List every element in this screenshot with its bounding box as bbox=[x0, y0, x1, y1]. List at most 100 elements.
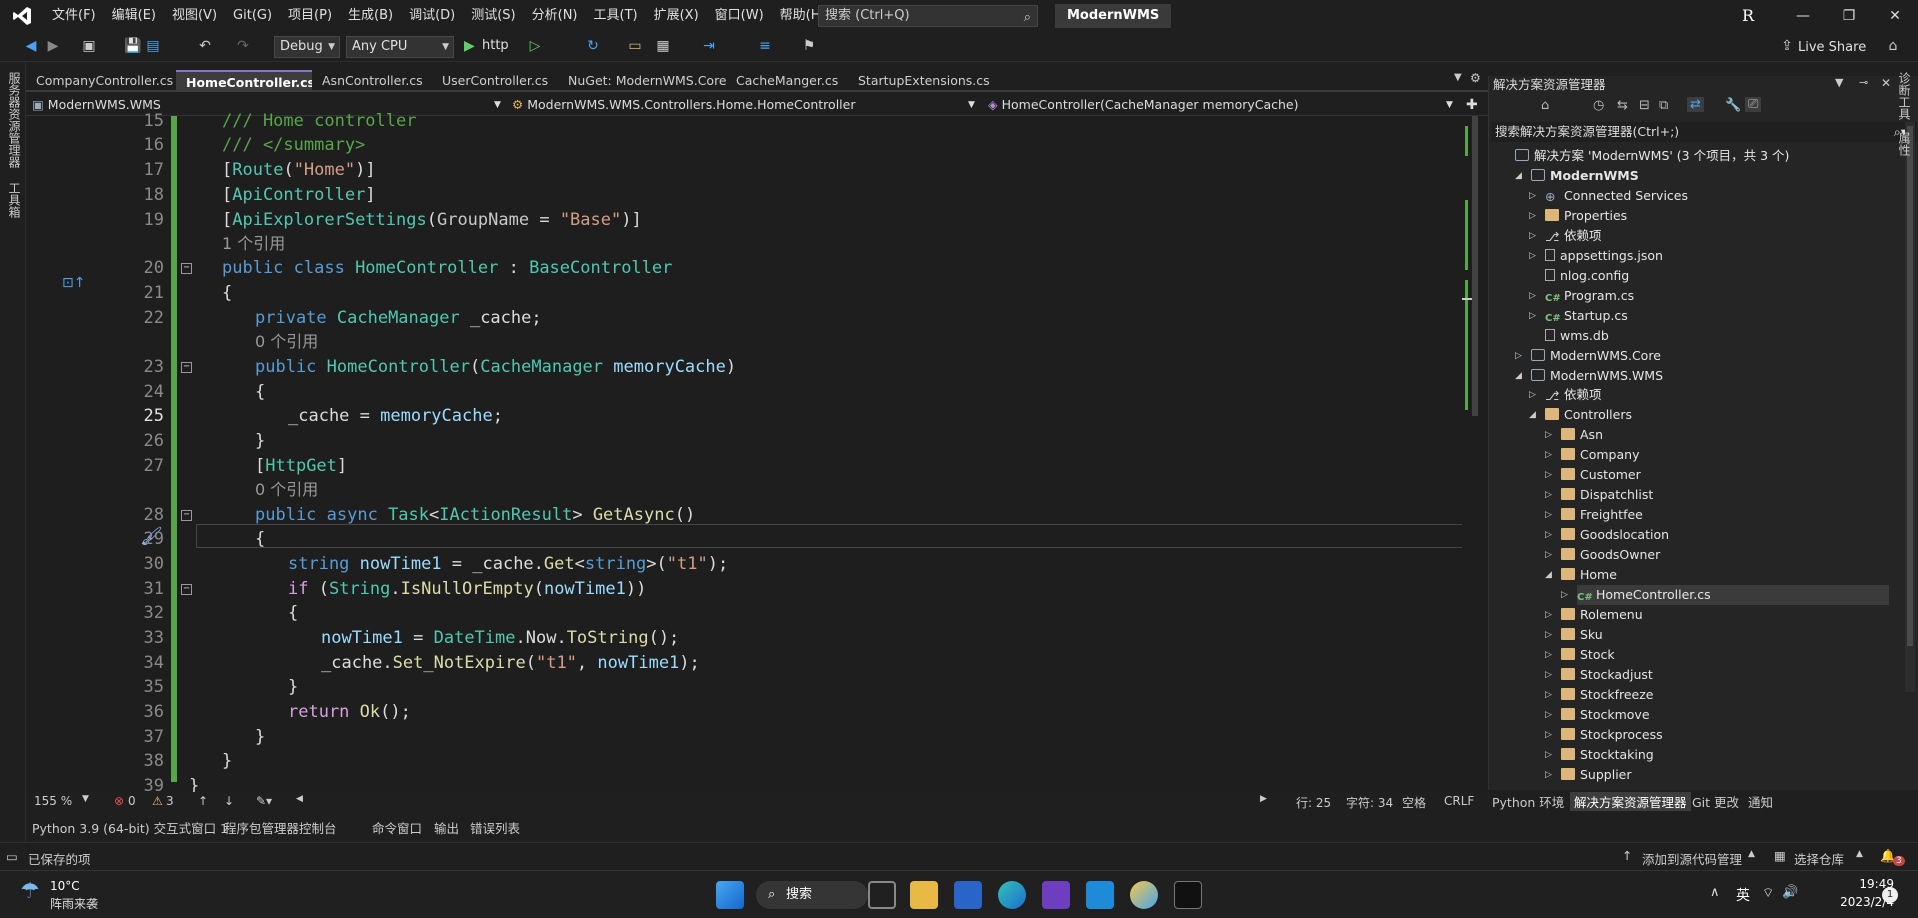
notification-count-badge[interactable]: 1 bbox=[1882, 887, 1898, 903]
tree-node[interactable]: nlog.config bbox=[1545, 266, 1629, 286]
editor-vertical-scrollbar[interactable] bbox=[1462, 116, 1478, 792]
code-lens-references[interactable]: 1 个引用 bbox=[222, 234, 285, 253]
code-editor[interactable]: ⊡↑ 🖌 15 16 17 18 19 20 21 22 23 24 25 26 27 28 29 30 31 3… bbox=[26, 111, 1490, 796]
solution-search-input[interactable]: 搜索解决方案资源管理器(Ctrl+;) ⌕▾ bbox=[1491, 122, 1917, 142]
tree-node[interactable]: ▷ appsettings.json bbox=[1529, 246, 1663, 266]
collapsed-arrow-icon[interactable]: ▷ bbox=[1545, 745, 1555, 765]
menu-window[interactable]: 窗口(W) bbox=[707, 0, 772, 32]
fold-toggle-icon[interactable]: − bbox=[181, 583, 192, 595]
app-icon[interactable] bbox=[1130, 881, 1158, 909]
zoom-level[interactable]: 155 % bbox=[34, 794, 72, 808]
scroll-right-icon[interactable]: ▶ bbox=[1260, 794, 1267, 804]
feedback-icon[interactable]: ⌂ bbox=[1884, 37, 1902, 55]
menu-analyze[interactable]: 分析(N) bbox=[524, 0, 586, 32]
ime-indicator[interactable]: 英 bbox=[1736, 885, 1750, 905]
menu-edit[interactable]: 编辑(E) bbox=[104, 0, 164, 32]
code-lens-references[interactable]: 0 个引用 bbox=[255, 332, 318, 351]
menu-debug[interactable]: 调试(D) bbox=[401, 0, 463, 32]
tab-output[interactable]: 输出 bbox=[434, 818, 459, 837]
collapsed-arrow-icon[interactable]: ▷ bbox=[1545, 525, 1555, 545]
properties-icon[interactable]: 🔧 bbox=[1725, 98, 1741, 113]
cleanup-icon[interactable]: ✎▾ bbox=[256, 794, 272, 808]
fold-toggle-icon[interactable]: − bbox=[181, 509, 192, 521]
tab-command-window[interactable]: 命令窗口 bbox=[372, 818, 422, 837]
pin-panel-icon[interactable]: ⊸ bbox=[1859, 76, 1868, 89]
tab-startup-extensions[interactable]: StartupExtensions.cs* bbox=[848, 70, 990, 92]
collapsed-arrow-icon[interactable]: ▷ bbox=[1515, 346, 1525, 366]
run-icon[interactable]: ▶ bbox=[464, 38, 475, 54]
tree-node[interactable]: ▷ Customer bbox=[1545, 465, 1641, 485]
collapsed-arrow-icon[interactable]: ▷ bbox=[1545, 725, 1555, 745]
switch-view-icon[interactable]: ⇄ bbox=[1687, 97, 1704, 112]
minimize-icon[interactable]: — bbox=[1780, 0, 1826, 32]
tab-solution-explorer[interactable]: 解决方案资源管理器 bbox=[1570, 792, 1691, 811]
tree-node[interactable]: ▷ C# HomeController.cs bbox=[1561, 584, 1889, 605]
weather-icon[interactable]: ☂ bbox=[20, 879, 40, 904]
collapsed-arrow-icon[interactable]: ▷ bbox=[1561, 585, 1571, 605]
tree-node[interactable]: ▷ GoodsOwner bbox=[1545, 545, 1660, 565]
tree-node[interactable]: ▷ Asn bbox=[1545, 425, 1603, 445]
tab-python-env[interactable]: Python 环境 bbox=[1492, 792, 1564, 811]
collapsed-arrow-icon[interactable]: ▷ bbox=[1529, 286, 1539, 306]
store-icon[interactable] bbox=[954, 881, 982, 909]
collapse-icon[interactable]: ⊟ bbox=[1639, 98, 1650, 113]
expanded-arrow-icon[interactable]: ◢ bbox=[1529, 405, 1539, 425]
chevron-down-icon[interactable]: ▼ bbox=[82, 794, 89, 804]
class-dropdown[interactable]: ⚙ ModernWMS.WMS.Controllers.Home.HomeCon… bbox=[512, 96, 972, 114]
terminal-icon[interactable] bbox=[1174, 881, 1202, 909]
tree-node[interactable]: ◢ ModernWMS bbox=[1515, 166, 1639, 186]
diagnostics-tab[interactable]: 诊断工具 bbox=[1896, 72, 1913, 120]
collapsed-arrow-icon[interactable]: ▷ bbox=[1545, 605, 1555, 625]
volume-icon[interactable]: 🔊 bbox=[1782, 885, 1798, 900]
server-explorer-tab[interactable]: 服务器资源管理器 bbox=[6, 72, 23, 168]
tree-node[interactable]: ▷ Stockprocess bbox=[1545, 725, 1663, 745]
show-all-icon[interactable]: ⧉ bbox=[1659, 98, 1668, 113]
collapsed-arrow-icon[interactable]: ▷ bbox=[1529, 385, 1539, 405]
tree-node[interactable]: ▷ Freightfee bbox=[1545, 505, 1643, 525]
tree-node[interactable]: ▷ Company bbox=[1545, 445, 1639, 465]
tree-node[interactable]: ▷ Dispatchlist bbox=[1545, 485, 1653, 505]
maximize-icon[interactable]: ❐ bbox=[1826, 0, 1872, 32]
collapsed-arrow-icon[interactable]: ▷ bbox=[1529, 246, 1539, 266]
comment-icon[interactable]: ≡ bbox=[756, 37, 774, 55]
expanded-arrow-icon[interactable]: ◢ bbox=[1515, 366, 1525, 386]
preview-icon[interactable]: ⎚ bbox=[1745, 97, 1762, 112]
new-item-icon[interactable]: ▣ bbox=[80, 37, 98, 55]
refresh-icon[interactable]: ↻ bbox=[584, 37, 602, 55]
menu-test[interactable]: 测试(S) bbox=[463, 0, 523, 32]
scroll-left-icon[interactable]: ◀ bbox=[296, 794, 303, 804]
collapsed-arrow-icon[interactable]: ▷ bbox=[1545, 645, 1555, 665]
tab-git-changes[interactable]: Git 更改 bbox=[1692, 792, 1739, 811]
taskbar-search[interactable]: ⌕ 搜索 bbox=[756, 881, 868, 909]
layout-icon[interactable]: ▦ bbox=[654, 37, 672, 55]
menu-build[interactable]: 生成(B) bbox=[340, 0, 401, 32]
select-repo-button[interactable]: 选择仓库 bbox=[1794, 849, 1844, 868]
forward-icon[interactable]: ▶ bbox=[44, 37, 62, 55]
weather-desc[interactable]: 阵雨来袭 bbox=[50, 895, 98, 912]
collapsed-arrow-icon[interactable]: ▷ bbox=[1545, 485, 1555, 505]
tree-node[interactable]: ▷ Stocktaking bbox=[1545, 745, 1654, 765]
menu-git[interactable]: Git(G) bbox=[225, 0, 280, 32]
tree-node[interactable]: ▷ C# Startup.cs bbox=[1529, 306, 1628, 326]
undo-icon[interactable]: ↶ bbox=[196, 37, 214, 55]
tree-node[interactable]: ▷ Stock bbox=[1545, 645, 1615, 665]
start-without-debug-icon[interactable]: ▷ bbox=[526, 37, 544, 55]
fold-toggle-icon[interactable]: − bbox=[181, 362, 192, 373]
settings-gear-icon[interactable]: ⚙ bbox=[1470, 71, 1481, 85]
menu-project[interactable]: 项目(P) bbox=[280, 0, 340, 32]
back-icon[interactable]: ◀ bbox=[22, 37, 40, 55]
config-select[interactable]: Debug ▼ bbox=[274, 36, 340, 58]
arrow-down-icon[interactable]: ↓ bbox=[224, 794, 234, 808]
tree-node[interactable]: ▷ Goodslocation bbox=[1545, 525, 1669, 545]
tab-nuget-core[interactable]: NuGet: ModernWMS.Core bbox=[558, 70, 726, 92]
account-avatar[interactable]: R bbox=[1738, 5, 1758, 27]
tree-node[interactable]: ▷ ModernWMS.Core bbox=[1515, 346, 1661, 366]
tab-python-interactive[interactable]: Python 3.9 (64-bit) 交互式窗口 1 bbox=[32, 818, 228, 837]
save-all-icon[interactable]: ▤ bbox=[144, 37, 162, 55]
platform-select[interactable]: Any CPU ▼ bbox=[346, 36, 454, 58]
member-dropdown[interactable]: ◈ HomeController(CacheManager memoryCach… bbox=[988, 96, 1458, 114]
tree-node[interactable]: ▷ Stockadjust bbox=[1545, 665, 1653, 685]
menu-file[interactable]: 文件(F) bbox=[44, 0, 104, 32]
tree-node[interactable]: ◢ Controllers bbox=[1529, 405, 1632, 425]
collapsed-arrow-icon[interactable]: ▷ bbox=[1545, 765, 1555, 785]
